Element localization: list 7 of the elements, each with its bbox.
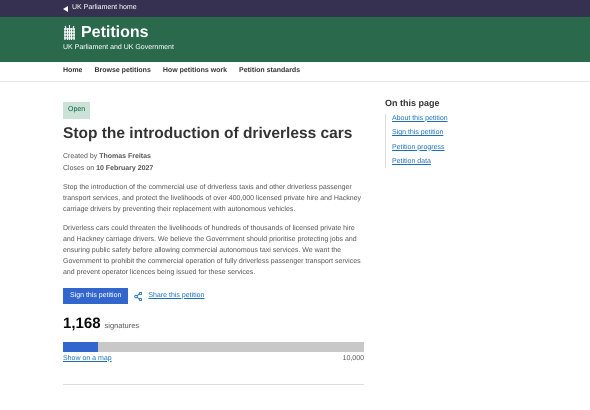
on-this-page-heading: On this page <box>385 97 441 110</box>
back-arrow-icon <box>63 6 68 12</box>
portcullis-logo-icon <box>63 25 76 41</box>
petition-title: Stop the introduction of driverless cars <box>63 124 352 144</box>
share-icon <box>134 292 142 300</box>
site-title: Petitions <box>81 25 149 41</box>
signature-count: 1,168 <box>63 314 101 334</box>
